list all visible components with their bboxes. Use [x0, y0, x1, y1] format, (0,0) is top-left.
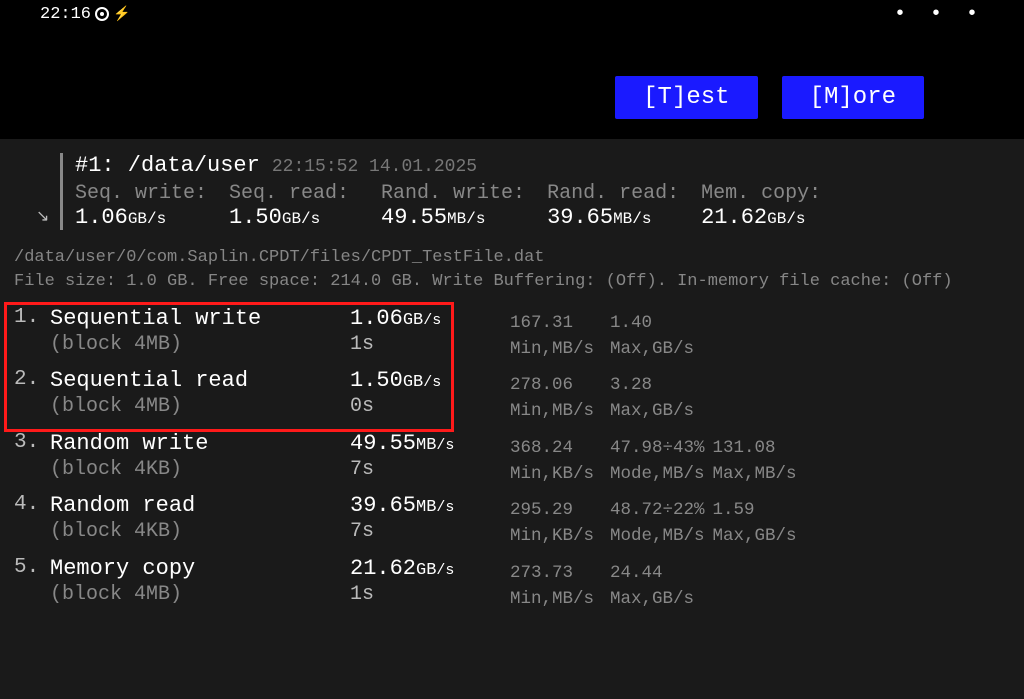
- test-value-block: 21.62GB/s1s: [350, 556, 510, 606]
- more-button[interactable]: [M]ore: [782, 76, 924, 119]
- test-row: 3.Random write(block 4KB)49.55MB/s7s368.…: [0, 425, 1024, 488]
- test-block-size: (block 4MB): [50, 333, 350, 356]
- test-row: 2.Sequential read(block 4MB)1.50GB/s0s27…: [0, 362, 1024, 425]
- test-row: 4.Random read(block 4KB)39.65MB/s7s295.2…: [0, 487, 1024, 550]
- summary-col: Mem. copy:21.62GB/s: [701, 182, 831, 230]
- summary-col-value: 49.55MB/s: [381, 205, 525, 230]
- summary-columns: Seq. write:1.06GB/s Seq. read:1.50GB/s Ran…: [75, 182, 831, 230]
- test-stats: 273.7324.44Min,MB/sMax,GB/s: [510, 556, 702, 613]
- test-stats-values: 368.2447.98÷43%131.08: [510, 435, 805, 461]
- test-name-block: Random write(block 4KB): [50, 431, 350, 481]
- test-value: 39.65MB/s: [350, 493, 510, 518]
- test-name-block: Sequential write(block 4MB): [50, 306, 350, 356]
- test-stats-labels: Min,MB/sMax,GB/s: [510, 336, 702, 362]
- test-name-block: Memory copy(block 4MB): [50, 556, 350, 606]
- summary-col-value: 1.06GB/s: [75, 205, 207, 230]
- test-number: 2.: [14, 368, 50, 391]
- summary-col-label: Rand. read:: [547, 182, 679, 205]
- test-stats-values: 167.311.40: [510, 310, 702, 336]
- summary-col-label: Seq. write:: [75, 182, 207, 205]
- meta-filepath: /data/user/0/com.Saplin.CPDT/files/CPDT_…: [14, 246, 1014, 270]
- meta-fileinfo: File size: 1.0 GB. Free space: 214.0 GB.…: [14, 270, 1014, 294]
- overflow-menu-icon[interactable]: • • •: [894, 3, 984, 26]
- test-name: Sequential read: [50, 368, 350, 393]
- test-block-size: (block 4MB): [50, 583, 350, 606]
- test-number: 5.: [14, 556, 50, 579]
- status-time-area: 22:16 ⚡: [40, 5, 130, 24]
- summary-block: ↘ #1: /data/user 22:15:52 14.01.2025 Seq…: [0, 149, 1024, 244]
- top-button-bar: [T]est [M]ore: [0, 28, 1024, 139]
- test-number: 4.: [14, 493, 50, 516]
- status-bar: 22:16 ⚡ • • •: [0, 0, 1024, 28]
- test-value: 21.62GB/s: [350, 556, 510, 581]
- test-duration: 1s: [350, 583, 510, 606]
- test-duration: 7s: [350, 458, 510, 481]
- test-stats-values: 273.7324.44: [510, 560, 702, 586]
- test-name: Random read: [50, 493, 350, 518]
- test-number: 3.: [14, 431, 50, 454]
- test-name: Memory copy: [50, 556, 350, 581]
- test-stats: 278.063.28Min,MB/sMax,GB/s: [510, 368, 702, 425]
- test-stats: 295.2948.72÷22%1.59Min,KB/sMode,MB/sMax,…: [510, 493, 805, 550]
- results-area: ↘ #1: /data/user 22:15:52 14.01.2025 Seq…: [0, 139, 1024, 699]
- summary-col: Seq. read:1.50GB/s: [229, 182, 359, 230]
- test-stats-values: 278.063.28: [510, 372, 702, 398]
- summary-title: #1: /data/user: [75, 153, 260, 178]
- test-value-block: 1.50GB/s0s: [350, 368, 510, 418]
- test-block-size: (block 4KB): [50, 458, 350, 481]
- test-duration: 7s: [350, 520, 510, 543]
- summary-col: Rand. write:49.55MB/s: [381, 182, 525, 230]
- status-battery-icon: ⚡: [113, 6, 130, 23]
- summary-col: Seq. write:1.06GB/s: [75, 182, 207, 230]
- test-value: 1.06GB/s: [350, 306, 510, 331]
- summary-timestamp: 22:15:52 14.01.2025: [272, 157, 477, 177]
- test-row: 1.Sequential write(block 4MB)1.06GB/s1s1…: [0, 300, 1024, 363]
- test-stats-labels: Min,MB/sMax,GB/s: [510, 586, 702, 612]
- expand-arrow-icon[interactable]: ↘: [36, 206, 60, 230]
- test-duration: 1s: [350, 333, 510, 356]
- test-value: 1.50GB/s: [350, 368, 510, 393]
- test-name: Random write: [50, 431, 350, 456]
- test-button[interactable]: [T]est: [615, 76, 757, 119]
- summary-col-label: Rand. write:: [381, 182, 525, 205]
- test-rows: 1.Sequential write(block 4MB)1.06GB/s1s1…: [0, 300, 1024, 613]
- test-block-size: (block 4KB): [50, 520, 350, 543]
- meta-info: /data/user/0/com.Saplin.CPDT/files/CPDT_…: [0, 244, 1024, 300]
- test-stats: 368.2447.98÷43%131.08Min,KB/sMode,MB/sMa…: [510, 431, 805, 488]
- summary-col-value: 39.65MB/s: [547, 205, 679, 230]
- summary-header: #1: /data/user 22:15:52 14.01.2025: [75, 153, 831, 178]
- test-value-block: 39.65MB/s7s: [350, 493, 510, 543]
- test-block-size: (block 4MB): [50, 395, 350, 418]
- status-time: 22:16: [40, 5, 91, 24]
- summary-col: Rand. read:39.65MB/s: [547, 182, 679, 230]
- status-notification-icon: [95, 7, 109, 21]
- test-stats-labels: Min,MB/sMax,GB/s: [510, 398, 702, 424]
- summary-col-value: 21.62GB/s: [701, 205, 831, 230]
- summary-main: #1: /data/user 22:15:52 14.01.2025 Seq. …: [60, 153, 831, 230]
- summary-col-label: Mem. copy:: [701, 182, 831, 205]
- summary-col-label: Seq. read:: [229, 182, 359, 205]
- test-value-block: 49.55MB/s7s: [350, 431, 510, 481]
- test-stats-values: 295.2948.72÷22%1.59: [510, 497, 805, 523]
- test-name-block: Sequential read(block 4MB): [50, 368, 350, 418]
- test-name: Sequential write: [50, 306, 350, 331]
- test-name-block: Random read(block 4KB): [50, 493, 350, 543]
- test-stats: 167.311.40Min,MB/sMax,GB/s: [510, 306, 702, 363]
- test-stats-labels: Min,KB/sMode,MB/sMax,GB/s: [510, 523, 805, 549]
- test-duration: 0s: [350, 395, 510, 418]
- summary-col-value: 1.50GB/s: [229, 205, 359, 230]
- test-stats-labels: Min,KB/sMode,MB/sMax,MB/s: [510, 461, 805, 487]
- test-number: 1.: [14, 306, 50, 329]
- test-row: 5.Memory copy(block 4MB)21.62GB/s1s273.7…: [0, 550, 1024, 613]
- test-value-block: 1.06GB/s1s: [350, 306, 510, 356]
- test-value: 49.55MB/s: [350, 431, 510, 456]
